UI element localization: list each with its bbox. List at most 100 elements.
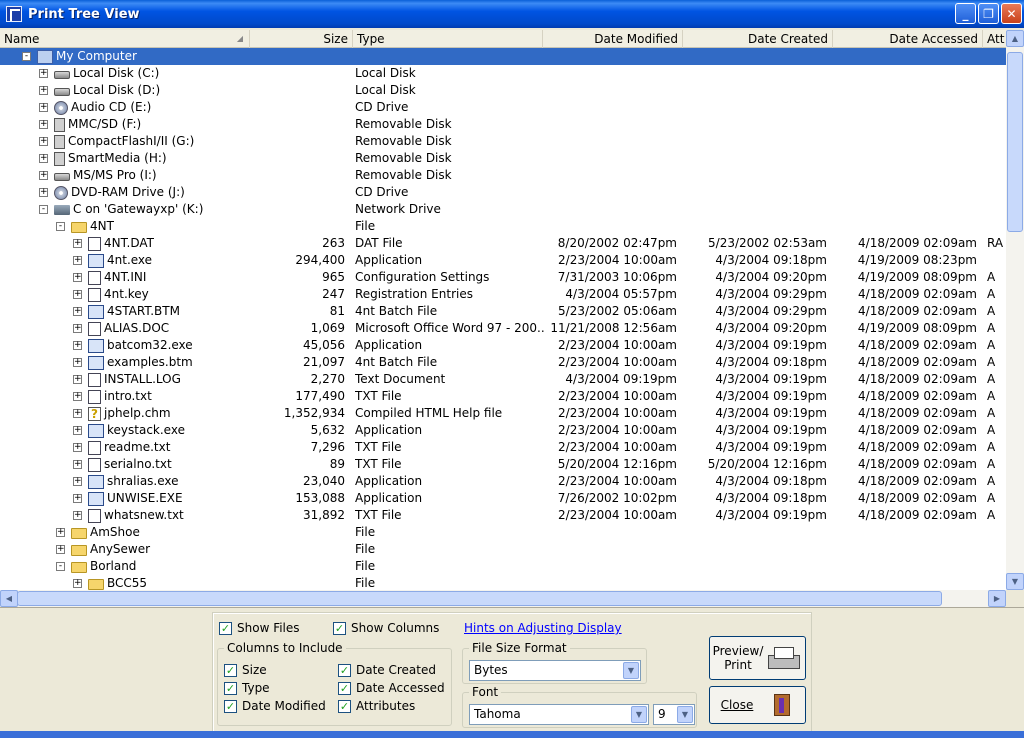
tree-row[interactable]: + Local Disk (D:) Local Disk [0, 82, 1006, 99]
tree-row[interactable]: - C on 'Gatewayxp' (K:) Network Drive [0, 201, 1006, 218]
tree-view[interactable]: - My Computer + Local Disk (C:) Local Disk + L… [0, 48, 1006, 590]
tree-row[interactable]: + Local Disk (C:) Local Disk [0, 65, 1006, 82]
collapse-icon[interactable]: - [39, 205, 48, 214]
expand-icon[interactable]: + [39, 120, 48, 129]
vertical-scrollbar[interactable]: ▲ ▼ [1006, 30, 1024, 590]
chevron-down-icon[interactable]: ▼ [623, 662, 639, 679]
tree-row[interactable]: - My Computer [0, 48, 1006, 65]
expand-icon[interactable]: + [39, 154, 48, 163]
expand-icon[interactable]: + [73, 477, 82, 486]
collapse-icon[interactable]: - [56, 562, 65, 571]
expand-icon[interactable]: + [39, 69, 48, 78]
tree-row[interactable]: +4START.BTM 81 4nt Batch File 5/23/2002 05:… [0, 303, 1006, 320]
tree-row[interactable]: + INSTALL.LOG 2,270 Text Document 4/3/2004 0… [0, 371, 1006, 388]
size-checkbox[interactable]: ✓ Size [224, 662, 267, 678]
expand-icon[interactable]: + [73, 307, 82, 316]
tree-row[interactable]: + examples.btm 21,097 4nt Batch File 2/23/20… [0, 354, 1006, 371]
tree-row[interactable]: + BCC55 File [0, 575, 1006, 590]
column-header-date-created[interactable]: Date Created [683, 30, 833, 48]
chevron-down-icon[interactable]: ▼ [631, 706, 647, 723]
tree-row[interactable]: + UNWISE.EXE 153,088 Application 7/26/2002 1… [0, 490, 1006, 507]
expand-icon[interactable]: + [39, 171, 48, 180]
expand-icon[interactable]: + [73, 443, 82, 452]
tree-view-app-icon[interactable] [6, 6, 22, 22]
tree-row[interactable]: +4nt.key 247 Registration Entries 4/3/2004 … [0, 286, 1006, 303]
expand-icon[interactable]: + [73, 324, 82, 333]
expand-icon[interactable]: + [73, 460, 82, 469]
tree-row[interactable]: +4nt.exe 294,400 Application 2/23/2004 10:0… [0, 252, 1006, 269]
tree-row[interactable]: - 4NT File [0, 218, 1006, 235]
expand-icon[interactable]: + [73, 409, 82, 418]
scroll-right-button[interactable]: ▶ [988, 590, 1006, 607]
tree-row[interactable]: - Borland File [0, 558, 1006, 575]
tree-row[interactable]: + MS/MS Pro (I:) Removable Disk [0, 167, 1006, 184]
tree-row[interactable]: + intro.txt 177,490 TXT File 2/23/2004 10:00… [0, 388, 1006, 405]
tree-row[interactable]: + batcom32.exe 45,056 Application 2/23/2004 … [0, 337, 1006, 354]
minimize-button[interactable]: _ [955, 3, 976, 24]
expand-icon[interactable]: + [39, 188, 48, 197]
expand-icon[interactable]: + [73, 290, 82, 299]
expand-icon[interactable]: + [73, 358, 82, 367]
expand-icon[interactable]: + [73, 494, 82, 503]
expand-icon[interactable]: + [73, 511, 82, 520]
expand-icon[interactable]: + [39, 86, 48, 95]
tree-row[interactable]: + keystack.exe 5,632 Application 2/23/2004 1… [0, 422, 1006, 439]
expand-icon[interactable]: + [73, 392, 82, 401]
expand-icon[interactable]: + [39, 103, 48, 112]
font-name-select[interactable]: Tahoma ▼ [469, 704, 649, 725]
expand-icon[interactable]: + [73, 273, 82, 282]
tree-row[interactable]: + DVD-RAM Drive (J:) CD Drive [0, 184, 1006, 201]
restore-button[interactable]: ❐ [978, 3, 999, 24]
collapse-icon[interactable]: - [56, 222, 65, 231]
expand-icon[interactable]: + [73, 426, 82, 435]
scroll-up-button[interactable]: ▲ [1006, 30, 1024, 47]
attributes-checkbox[interactable]: ✓ Attributes [338, 698, 415, 714]
column-header-size[interactable]: Size [250, 30, 353, 48]
date-accessed-checkbox[interactable]: ✓ Date Accessed [338, 680, 445, 696]
tree-row[interactable]: + CompactFlashI/II (G:) Removable Disk [0, 133, 1006, 150]
expand-icon[interactable]: + [56, 545, 65, 554]
close-button[interactable]: Close [709, 686, 806, 724]
show-columns-checkbox[interactable]: ✓ Show Columns [333, 620, 439, 636]
expand-icon[interactable]: + [73, 239, 82, 248]
expand-icon[interactable]: + [56, 528, 65, 537]
column-header-date-modified[interactable]: Date Modified [543, 30, 683, 48]
font-size-select[interactable]: 9 ▼ [653, 704, 695, 725]
tree-row[interactable]: + AmShoe File [0, 524, 1006, 541]
type-checkbox[interactable]: ✓ Type [224, 680, 270, 696]
horizontal-scroll-thumb[interactable] [17, 591, 942, 606]
tree-row[interactable]: + jphelp.chm 1,352,934 Compiled HTML Help f… [0, 405, 1006, 422]
column-header-name[interactable]: Name ◢ [0, 30, 250, 48]
expand-icon[interactable]: + [73, 256, 82, 265]
expand-icon[interactable]: + [39, 137, 48, 146]
hints-link[interactable]: Hints on Adjusting Display [464, 621, 622, 635]
expand-icon[interactable]: + [73, 341, 82, 350]
tree-row[interactable]: + AnySewer File [0, 541, 1006, 558]
expand-icon[interactable]: + [73, 579, 82, 588]
collapse-icon[interactable]: - [22, 52, 31, 61]
tree-row[interactable]: +4NT.INI 965 Configuration Settings 7/31/20… [0, 269, 1006, 286]
tree-row[interactable]: + serialno.txt 89 TXT File 5/20/2004 12:16pm… [0, 456, 1006, 473]
file-size-format-select[interactable]: Bytes ▼ [469, 660, 641, 681]
date-created-checkbox[interactable]: ✓ Date Created [338, 662, 436, 678]
horizontal-scrollbar[interactable]: ◀ ▶ [0, 590, 1006, 607]
chevron-down-icon[interactable]: ▼ [677, 706, 693, 723]
column-header-attributes[interactable]: Att [983, 30, 1006, 48]
show-files-checkbox[interactable]: ✓ Show Files [219, 620, 300, 636]
expand-icon[interactable]: + [73, 375, 82, 384]
tree-row[interactable]: + Audio CD (E:) CD Drive [0, 99, 1006, 116]
column-header-type[interactable]: Type [353, 30, 543, 48]
tree-row[interactable]: +4NT.DAT 263 DAT File 8/20/2002 02:47pm 5/23… [0, 235, 1006, 252]
tree-row[interactable]: + ALIAS.DOC 1,069 Microsoft Office Word 97 … [0, 320, 1006, 337]
column-header-date-accessed[interactable]: Date Accessed [833, 30, 983, 48]
vertical-scroll-thumb[interactable] [1007, 52, 1023, 232]
date-modified-checkbox[interactable]: ✓ Date Modified [224, 698, 326, 714]
tree-row[interactable]: + shralias.exe 23,040 Application 2/23/2004 … [0, 473, 1006, 490]
scroll-left-button[interactable]: ◀ [0, 590, 18, 607]
scroll-down-button[interactable]: ▼ [1006, 573, 1024, 590]
preview-print-button[interactable]: Preview/ Print [709, 636, 806, 680]
tree-row[interactable]: + readme.txt 7,296 TXT File 2/23/2004 10:00a… [0, 439, 1006, 456]
tree-row[interactable]: + SmartMedia (H:) Removable Disk [0, 150, 1006, 167]
close-window-button[interactable]: ✕ [1001, 3, 1022, 24]
tree-row[interactable]: + whatsnew.txt 31,892 TXT File 2/23/2004 10:… [0, 507, 1006, 524]
